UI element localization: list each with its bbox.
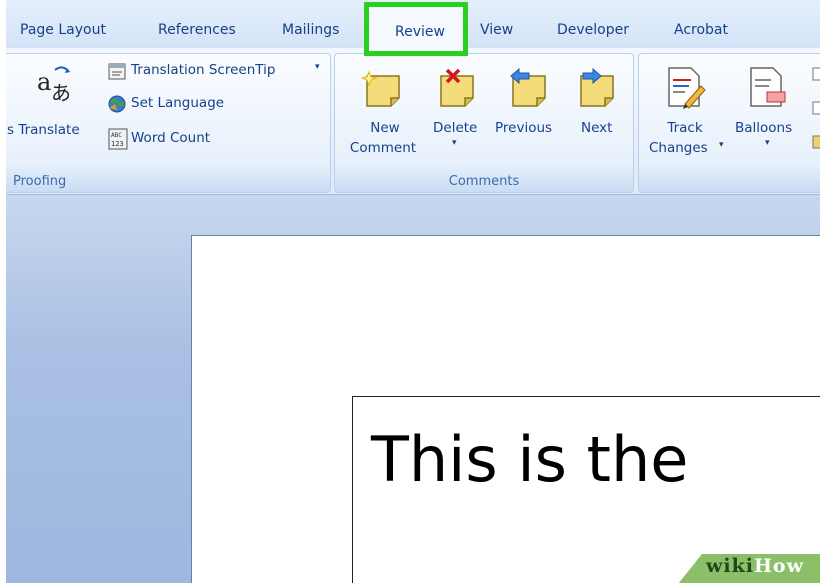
next-comment-label: Next [581,120,613,136]
markup-options-icon [812,67,820,149]
tab-page-layout[interactable]: Page Layout [20,22,106,38]
watermark-part-2: How [753,555,804,577]
tab-developer[interactable]: Developer [557,22,629,38]
tracking-group: Track Changes ▾ Balloons ▾ [638,53,820,193]
chevron-down-icon: ▾ [452,138,457,148]
svg-text:a: a [37,68,51,96]
tab-review[interactable]: Review [364,2,468,56]
chevron-down-icon: ▾ [719,140,724,150]
svg-text:あ: あ [51,81,71,104]
balloons-label: Balloons [735,120,793,136]
tab-mailings[interactable]: Mailings [282,22,339,38]
document-area: This is the [6,195,820,583]
set-language-label: Set Language [131,95,225,111]
chevron-down-icon: ▾ [315,62,320,72]
proofing-group: a あ s Translate Translation ScreenTip ▾ [6,53,331,193]
track-changes-icon [668,67,706,109]
ribbon-tab-bar: Page Layout References Mailings Review V… [6,0,820,56]
svg-text:123: 123 [111,140,124,148]
previous-comment-label: Previous [495,120,553,136]
comments-group-label: Comments [448,174,520,189]
translation-screentip-icon [108,63,126,80]
translation-screentip-label: Translation ScreenTip [131,62,276,78]
word-count-icon: ABC 123 [108,128,128,150]
document-page[interactable]: This is the [191,235,820,583]
document-text[interactable]: This is the [371,423,688,496]
tab-view[interactable]: View [480,22,513,38]
watermark-text: wikiHow [706,555,804,577]
track-changes-label-1: Track [667,120,703,136]
balloons-icon [750,67,786,107]
previous-comment-icon [510,68,546,107]
chevron-down-icon: ▾ [765,138,770,148]
ribbon: a あ s Translate Translation ScreenTip ▾ [6,48,820,195]
watermark-part-1: wiki [706,555,754,577]
proofing-group-label: Proofing [13,174,67,189]
tab-acrobat[interactable]: Acrobat [674,22,728,38]
delete-comment-label: Delete [433,120,478,136]
word-count-label: Word Count [131,130,211,146]
track-changes-label-2: Changes [649,140,708,156]
new-comment-icon [361,70,400,107]
svg-text:ABC: ABC [111,132,122,139]
comments-group: New Comment Delete ▾ Previous Next Comme… [334,53,634,193]
new-comment-label-2: Comment [349,140,417,156]
tab-references[interactable]: References [158,22,236,38]
translate-icon: a あ [37,66,71,104]
translate-label: s Translate [7,122,80,138]
delete-comment-icon [440,68,474,107]
tab-review-label: Review [395,24,445,40]
new-comment-label-1: New [370,120,400,136]
next-comment-icon [580,68,614,107]
word-window: Page Layout References Mailings Review V… [6,0,820,583]
set-language-icon [108,95,126,113]
